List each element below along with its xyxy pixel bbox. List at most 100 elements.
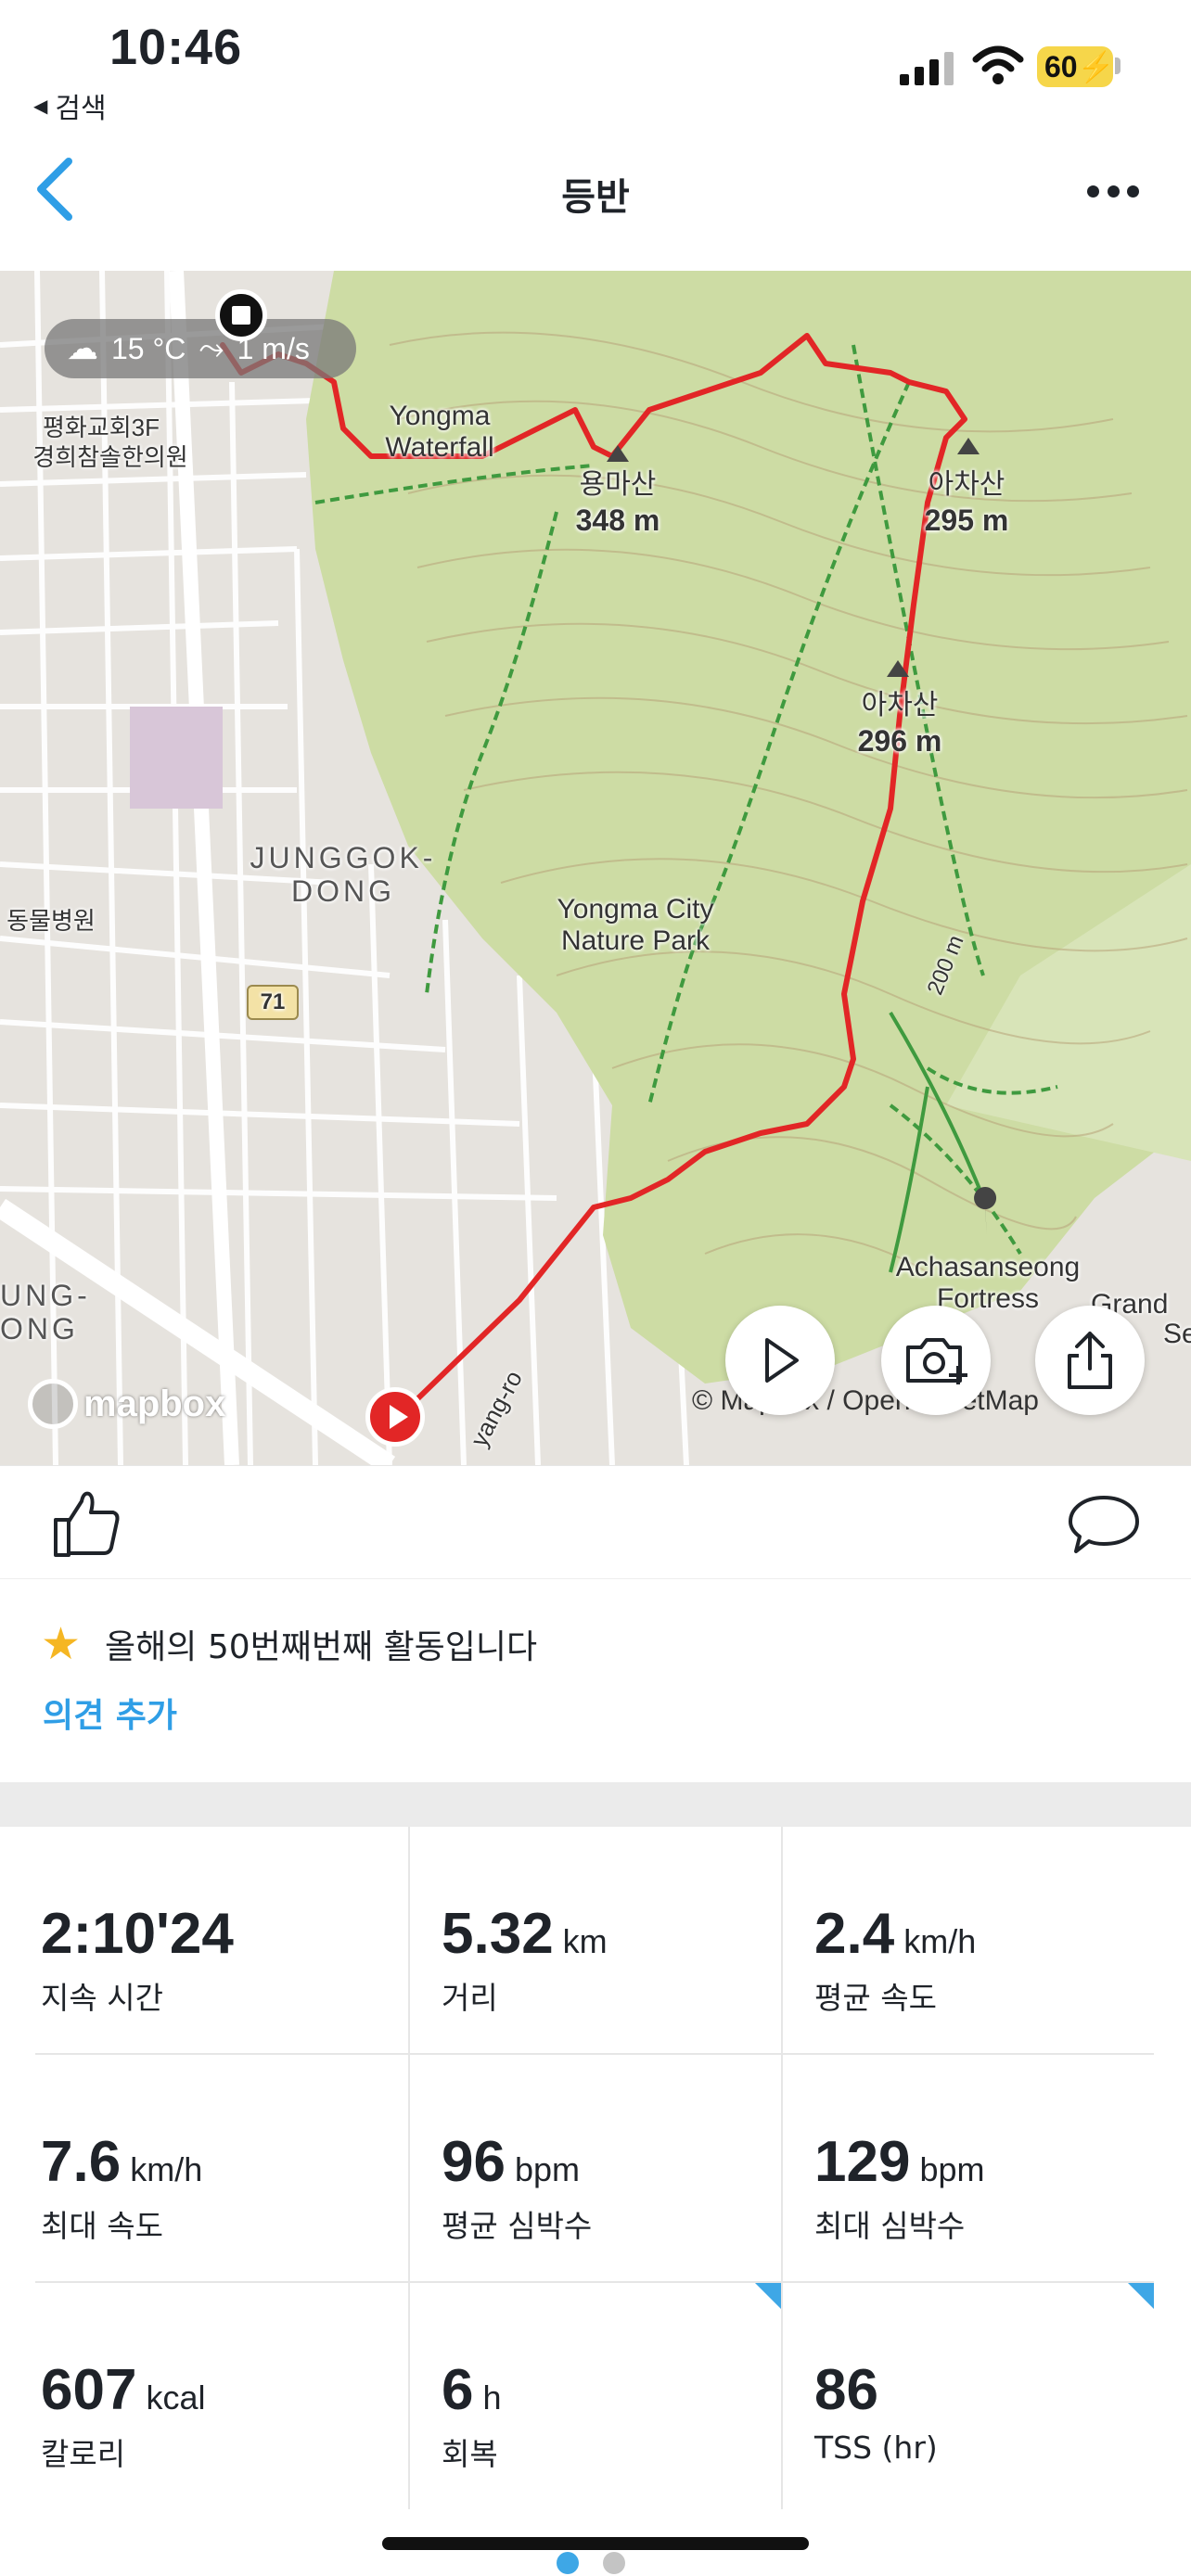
add-photo-button[interactable] xyxy=(881,1306,991,1415)
stat-number: 5.32 xyxy=(442,1902,554,1966)
stat-number: 607 xyxy=(41,2358,137,2422)
charging-bolt-icon: ⚡ xyxy=(1077,50,1115,83)
section-divider xyxy=(0,1782,1191,1827)
route-map[interactable]: ☁ 15 °C ⤳ 1 m/s Yongma Waterfall 평화교회3F … xyxy=(0,271,1191,1465)
stat-max-speed: 7.6 km/h 최대 속도 xyxy=(0,2055,371,2282)
grid-divider xyxy=(35,2281,1154,2283)
play-button[interactable] xyxy=(725,1306,835,1415)
stat-unit: kcal xyxy=(146,2378,206,2417)
ellipsis-icon[interactable] xyxy=(1087,185,1139,198)
stat-value: 86 xyxy=(814,2357,888,2423)
battery-level: 60 xyxy=(1044,50,1078,83)
cellular-signal-icon xyxy=(900,52,954,85)
stat-unit: bpm xyxy=(919,2150,985,2188)
achievement-section: ★ 올해의 50번째번째 활동입니다 의견 추가 xyxy=(0,1578,1191,1782)
share-button[interactable] xyxy=(1035,1306,1145,1415)
social-actions xyxy=(0,1465,1191,1578)
mapbox-logo-icon xyxy=(28,1379,78,1429)
stat-avg-speed: 2.4 km/h 평균 속도 xyxy=(774,1827,1145,2054)
nav-bar: 등반 xyxy=(0,139,1191,260)
stat-label: 평균 심박수 xyxy=(442,2208,593,2244)
stat-tss[interactable]: 86 TSS (hr) xyxy=(774,2283,1145,2510)
stat-label: TSS (hr) xyxy=(814,2429,938,2466)
stat-calories: 607 kcal 칼로리 xyxy=(0,2283,371,2510)
map-label-fortress: Achasanseong Fortress xyxy=(895,1252,1081,1314)
stat-number: 96 xyxy=(442,2130,506,2194)
grid-divider xyxy=(781,1827,783,2509)
route-start-marker xyxy=(365,1387,425,1447)
grid-divider xyxy=(35,2053,1154,2055)
weather-pill: ☁ 15 °C ⤳ 1 m/s xyxy=(45,319,356,378)
stat-value: 7.6 km/h xyxy=(41,2129,202,2195)
play-icon xyxy=(765,1338,799,1383)
stat-label: 회복 xyxy=(442,2436,498,2472)
grid-divider xyxy=(408,1827,410,2509)
route-end-marker xyxy=(215,289,267,341)
stat-label: 지속 시간 xyxy=(41,1980,163,2016)
add-comment-link[interactable]: 의견 추가 xyxy=(43,1689,177,1737)
wifi-icon xyxy=(972,45,1024,84)
map-label-peak3-name: 아차산 xyxy=(861,690,939,721)
map-label-hospital: 동물병원 xyxy=(6,907,96,935)
stat-number: 7.6 xyxy=(41,2130,122,2194)
star-icon: ★ xyxy=(41,1618,82,1670)
stat-distance: 5.32 km 거리 xyxy=(401,1827,772,2054)
map-label-peak3-elev: 296 m xyxy=(857,724,942,758)
stat-recovery[interactable]: 6h 회복 xyxy=(401,2283,772,2510)
battery-indicator: 60⚡ xyxy=(1037,46,1115,87)
map-label-left-district: UNG- xyxy=(0,1279,91,1312)
stat-avg-heart-rate: 96 bpm 평균 심박수 xyxy=(401,2055,772,2282)
stat-label: 평균 속도 xyxy=(814,1980,937,2016)
stat-number: 2.4 xyxy=(814,1902,895,1966)
map-label-district-2: DONG xyxy=(291,874,395,908)
mapbox-logo-text: mapbox xyxy=(83,1383,226,1424)
stat-number: 86 xyxy=(814,2358,878,2422)
stat-unit: km/h xyxy=(130,2150,203,2188)
camera-add-icon xyxy=(906,1338,967,1384)
map-label-grand-2: Se xyxy=(1163,1319,1191,1349)
page-dot-active xyxy=(557,2552,579,2574)
stat-unit: bpm xyxy=(514,2150,580,2188)
achievement-text: 올해의 50번째번째 활동입니다 xyxy=(105,1628,538,1666)
map-label-peak1-name: 용마산 xyxy=(579,469,657,500)
stat-value: 96 bpm xyxy=(442,2129,580,2195)
stat-unit: h xyxy=(482,2378,502,2417)
stats-grid: 2:10'24 지속 시간 5.32 km 거리 2.4 km/h 평균 속도 7.… xyxy=(0,1827,1191,2513)
stat-duration: 2:10'24 지속 시간 xyxy=(0,1827,371,2054)
page-indicator xyxy=(557,2552,625,2574)
stat-value: 6h xyxy=(442,2357,502,2423)
stat-value: 5.32 km xyxy=(442,1901,608,1967)
comment-bubble-icon[interactable] xyxy=(1067,1492,1141,1557)
stat-value: 129 bpm xyxy=(814,2129,984,2195)
stat-unit: km xyxy=(562,1922,608,1960)
mapbox-logo: mapbox xyxy=(28,1376,225,1432)
map-label-peak2-elev: 295 m xyxy=(924,504,1009,537)
wind-icon: ⤳ xyxy=(198,330,224,366)
page-title: 등반 xyxy=(561,176,630,219)
stat-label: 칼로리 xyxy=(41,2436,126,2472)
info-corner-indicator xyxy=(755,2283,781,2309)
share-icon xyxy=(1068,1332,1112,1389)
stat-value: 607 kcal xyxy=(41,2357,205,2423)
back-triangle-icon: ◀ xyxy=(33,95,48,117)
map-label-church: 평화교회3F xyxy=(42,414,160,441)
map-label-peak1-elev: 348 m xyxy=(575,504,660,537)
back-app-label: 검색 xyxy=(55,93,107,125)
thumbs-up-icon[interactable] xyxy=(48,1486,122,1561)
stat-value: 2.4 km/h xyxy=(814,1901,976,1967)
map-label-peak2-name: 아차산 xyxy=(928,469,1005,500)
stat-number: 2:10'24 xyxy=(41,1902,234,1966)
back-to-app-link[interactable]: ◀ 검색 xyxy=(33,85,107,126)
map-label-park: Yongma City Nature Park xyxy=(557,894,714,956)
map-label-district: JUNGGOK- xyxy=(250,841,437,874)
achievement-row: ★ 올해의 50번째번째 활동입니다 xyxy=(41,1620,537,1668)
map-label-clinic: 경희참솔한의원 xyxy=(32,443,188,471)
stat-number: 129 xyxy=(814,2130,911,2194)
route-number-badge: 71 xyxy=(247,985,299,1020)
status-time: 10:46 xyxy=(109,19,243,75)
map-label-waterfall: Yongma Waterfall xyxy=(385,401,494,463)
stat-label: 최대 속도 xyxy=(41,2208,163,2244)
weather-cloud-icon: ☁ xyxy=(67,331,98,366)
battery-tip xyxy=(1115,57,1121,74)
weather-temperature: 15 °C xyxy=(111,331,186,365)
